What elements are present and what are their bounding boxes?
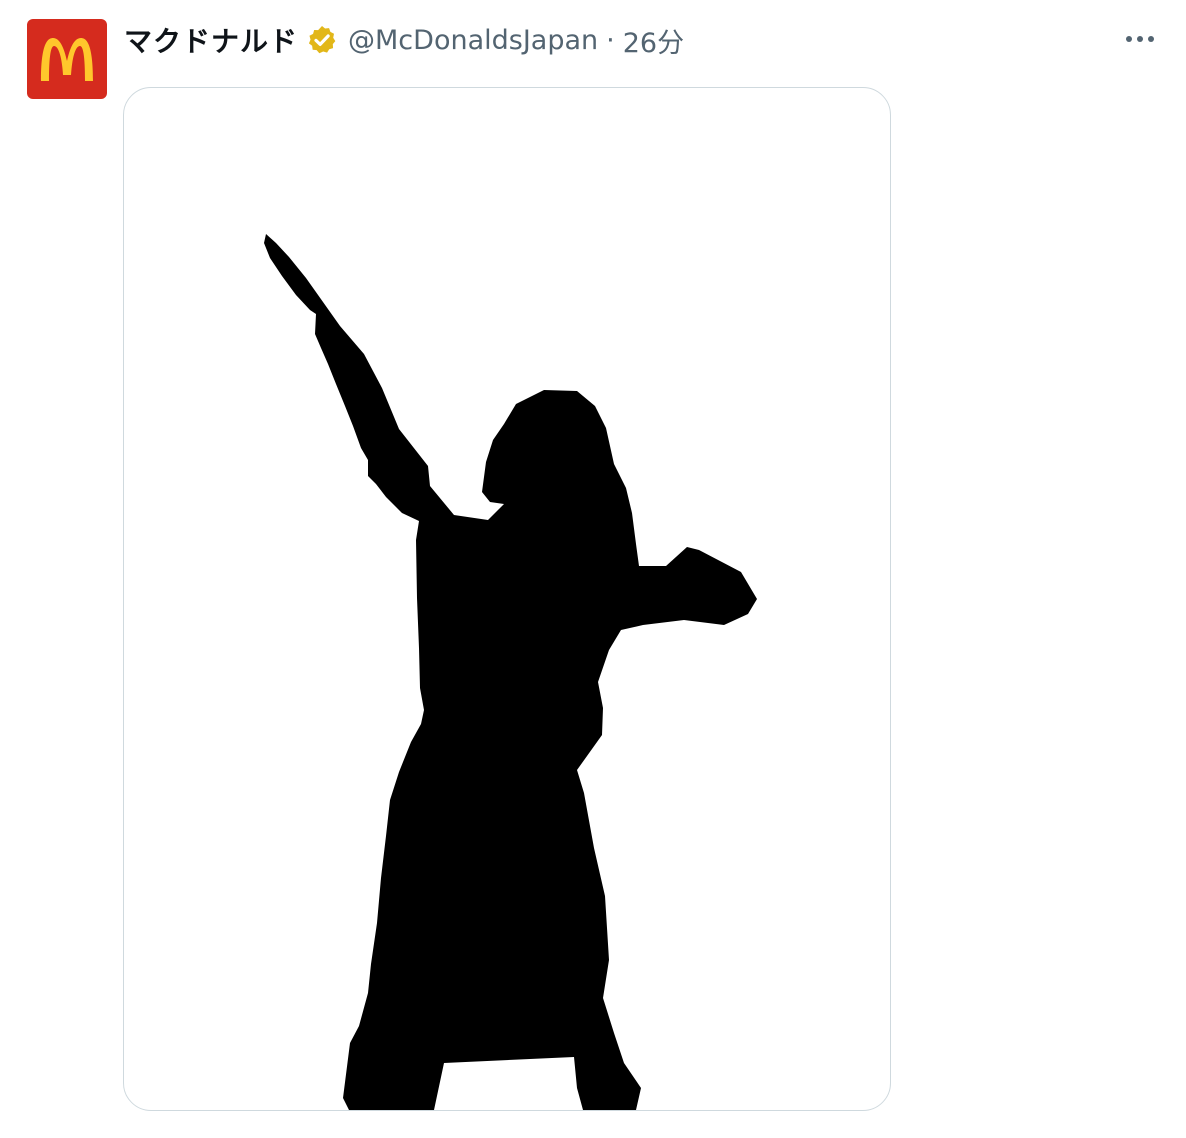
tweet-header: マクドナルド @McDonaldsJapan · 26分 xyxy=(124,18,684,62)
separator-dot: · xyxy=(606,24,615,56)
avatar[interactable] xyxy=(27,19,107,99)
tweet-media-image[interactable] xyxy=(123,87,891,1111)
author-handle[interactable]: @McDonaldsJapan xyxy=(348,25,598,56)
more-options-icon[interactable] xyxy=(1122,26,1158,52)
verified-badge-icon[interactable] xyxy=(306,24,338,56)
timestamp[interactable]: 26分 xyxy=(623,21,684,60)
mcdonalds-logo-icon xyxy=(41,38,93,81)
silhouette-image xyxy=(264,234,757,1110)
display-name[interactable]: マクドナルド xyxy=(124,20,298,60)
